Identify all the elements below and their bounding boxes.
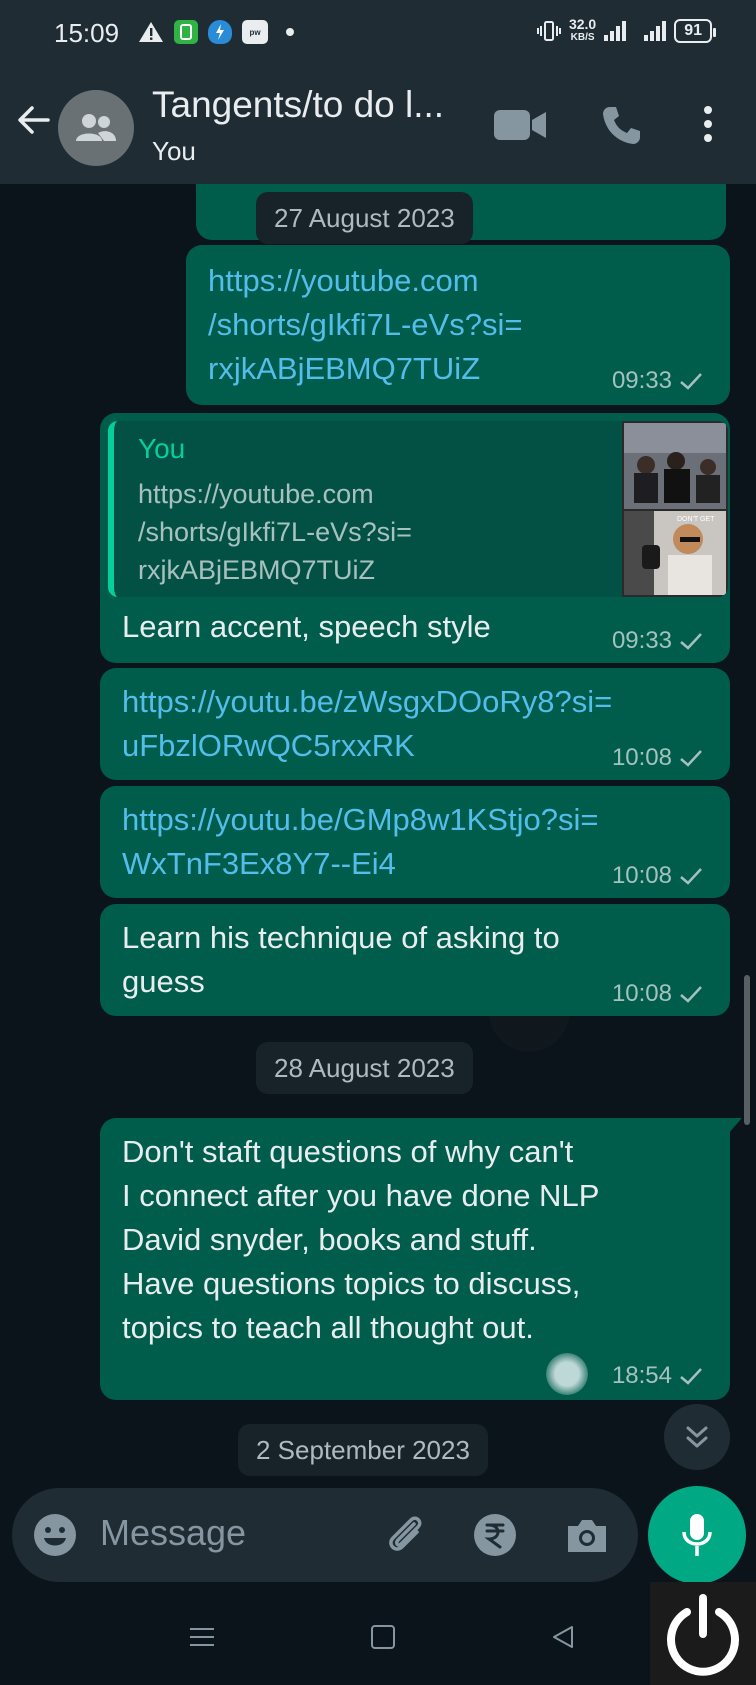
message-meta: 10:08 <box>612 980 704 1008</box>
video-thumbnail: DON'T GET <box>622 421 728 597</box>
message-text: Learn his technique of asking to guess <box>122 920 560 999</box>
message-meta: 10:08 <box>612 862 704 890</box>
power-button-overlay[interactable] <box>650 1582 756 1685</box>
signal-2-icon <box>644 21 667 41</box>
group-avatar[interactable] <box>58 90 134 166</box>
shield-bolt-icon <box>208 20 232 44</box>
status-time: 15:09 <box>54 18 120 48</box>
check-icon <box>680 868 702 885</box>
status-bar: 15:09 pw 32.0 KB/S 91 <box>0 0 756 70</box>
message-bubble[interactable]: https://youtu.be/zWsgxDOoRy8?si= uFbzlOR… <box>100 668 730 780</box>
scroll-to-bottom-button[interactable] <box>664 1404 730 1470</box>
message-bubble[interactable]: https://youtube.com /shorts/gIkfi7L-eVs?… <box>186 245 730 405</box>
chat-title[interactable]: Tangents/to do l... <box>152 84 444 126</box>
scrollbar[interactable] <box>744 975 750 1125</box>
date-chip: 27 August 2023 <box>256 192 473 244</box>
emoji-icon[interactable] <box>32 1512 78 1558</box>
app-notification-icon <box>174 20 198 44</box>
nav-back-icon[interactable] <box>550 1624 576 1650</box>
message-time: 10:08 <box>611 862 672 889</box>
group-avatar-icon <box>76 114 116 141</box>
message-bubble[interactable]: Don't staft questions of why can't I con… <box>100 1118 730 1400</box>
notification-icons: pw <box>138 20 294 44</box>
battery-indicator: 91 <box>674 19 716 43</box>
attach-icon[interactable] <box>380 1510 430 1560</box>
home-icon[interactable] <box>370 1624 396 1650</box>
message-meta: 18:54 <box>612 1362 704 1390</box>
vibrate-icon <box>536 21 561 41</box>
message-link[interactable]: https://youtu.be/zWsgxDOoRy8?si= uFbzlOR… <box>122 680 612 768</box>
chat-header: Tangents/to do l... You <box>0 70 756 184</box>
message-text: Learn accent, speech style <box>122 609 491 644</box>
quote-author: You <box>138 433 186 464</box>
camera-icon[interactable] <box>564 1512 610 1558</box>
chat-subtitle: You <box>152 136 196 166</box>
thumbnail-caption: DON'T GET <box>677 516 715 523</box>
message-bubble-reply[interactable]: You https://youtube.com /shorts/gIkfi7L-… <box>100 413 730 663</box>
double-chevron-down-icon <box>686 1426 708 1448</box>
video-call-icon[interactable] <box>494 108 546 142</box>
message-link[interactable]: https://youtube.com /shorts/gIkfi7L-eVs?… <box>208 259 522 391</box>
back-arrow-icon[interactable] <box>14 100 54 140</box>
date-chip: 28 August 2023 <box>256 1042 473 1094</box>
more-options-icon[interactable] <box>696 104 720 144</box>
message-bubble[interactable]: Learn his technique of asking to guess 1… <box>100 904 730 1016</box>
message-bubble[interactable]: https://youtu.be/GMp8w1KStjo?si= WxTnF3E… <box>100 786 730 898</box>
message-time: 10:08 <box>611 744 672 771</box>
message-input[interactable]: Message <box>100 1512 246 1554</box>
message-time: 18:54 <box>611 1362 672 1389</box>
check-icon <box>680 633 702 650</box>
message-meta: 09:33 <box>612 367 704 395</box>
message-link[interactable]: https://youtu.be/GMp8w1KStjo?si= WxTnF3E… <box>122 798 598 886</box>
voice-message-button[interactable] <box>648 1486 746 1584</box>
mic-icon <box>682 1514 712 1556</box>
message-text: Don't staft questions of why can't I con… <box>122 1134 600 1345</box>
network-speed: 32.0 KB/S <box>568 16 597 43</box>
message-meta: 09:33 <box>612 627 704 655</box>
message-time: 09:33 <box>611 627 672 654</box>
bubble-tail <box>728 1118 742 1134</box>
message-time: 09:33 <box>611 367 672 394</box>
message-composer: Message <box>12 1488 638 1582</box>
app-badge-icon: pw <box>242 20 268 44</box>
power-icon <box>667 1593 739 1676</box>
warning-icon <box>139 22 163 42</box>
date-chip: 2 September 2023 <box>238 1424 488 1476</box>
quote-text: https://youtube.com /shorts/gIkfi7L-eVs?… <box>138 479 412 585</box>
check-icon <box>680 986 702 1003</box>
check-icon <box>680 373 702 390</box>
check-icon <box>680 1368 702 1385</box>
message-time: 10:08 <box>611 980 672 1007</box>
voice-call-icon[interactable] <box>600 104 642 146</box>
recent-apps-icon[interactable] <box>188 1626 216 1648</box>
signal-icon <box>604 21 627 41</box>
touch-indicator <box>546 1353 588 1395</box>
message-meta: 10:08 <box>612 744 704 772</box>
status-right: 32.0 KB/S 91 <box>536 16 716 44</box>
check-icon <box>680 750 702 767</box>
quoted-message[interactable]: You https://youtube.com /shorts/gIkfi7L-… <box>108 421 728 597</box>
more-notifications-dot <box>286 28 294 36</box>
rupee-icon[interactable] <box>472 1512 518 1558</box>
